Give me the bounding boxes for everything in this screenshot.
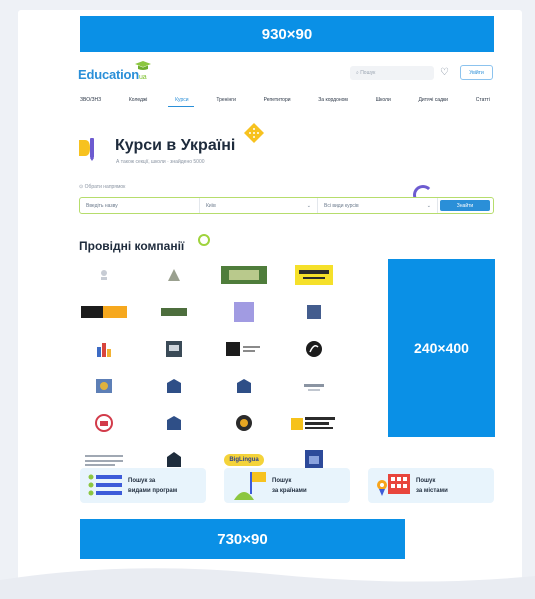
heart-icon[interactable]: ♡: [440, 67, 449, 78]
logo-suffix: ua: [139, 74, 147, 81]
company-logo[interactable]: [219, 301, 269, 323]
companies-heading: Провідні компанії: [79, 239, 185, 253]
company-logo[interactable]: [79, 301, 129, 323]
ad-banner-top[interactable]: 930×90: [80, 16, 494, 52]
search-input[interactable]: ⌕ Пошук: [350, 66, 434, 80]
find-button[interactable]: Знайти: [440, 200, 490, 211]
company-logo[interactable]: [79, 264, 129, 286]
company-logo[interactable]: [79, 338, 129, 360]
nav-item-schools[interactable]: Школи: [376, 97, 391, 103]
category-line1: Пошук за: [128, 478, 156, 484]
login-button[interactable]: Увійти: [460, 65, 493, 80]
category-line2: видами програм: [128, 488, 178, 494]
company-logo[interactable]: [289, 338, 339, 360]
search-filter-bar: Введіть назву Київ ⌄ Всі види курсів ⌄ Зна…: [79, 197, 494, 214]
course-type-select[interactable]: Всі види курсів ⌄: [318, 198, 438, 213]
company-logo[interactable]: [149, 412, 199, 434]
nav-item-trainings[interactable]: Тренінги: [216, 97, 236, 103]
city-select[interactable]: Київ ⌄: [200, 198, 318, 213]
company-logo[interactable]: [79, 412, 129, 434]
company-logo[interactable]: [289, 375, 339, 397]
company-logo[interactable]: [149, 264, 199, 286]
company-logo[interactable]: [149, 301, 199, 323]
category-cities-card[interactable]: Пошук за містами: [368, 468, 494, 503]
category-line2: за країнами: [272, 488, 307, 494]
decorative-diamond: [244, 123, 264, 143]
active-nav-underline: [168, 106, 194, 107]
chevron-down-icon: ⌄: [426, 202, 431, 209]
main-nav: ЗВО/ЗНЗ Коледжі Курси Тренінги Репетитор…: [80, 97, 490, 103]
decorative-wave: [0, 568, 535, 599]
course-name-field[interactable]: Введіть назву: [80, 198, 200, 213]
logo-text: Education: [78, 67, 140, 82]
company-logo[interactable]: [149, 338, 199, 360]
nav-item-kindergartens[interactable]: Дитячі садки: [419, 97, 448, 103]
category-line1: Пошук: [416, 478, 436, 484]
category-countries-card[interactable]: Пошук за країнами: [224, 468, 350, 503]
company-logo[interactable]: [79, 375, 129, 397]
ad-banner-side[interactable]: 240×400: [388, 259, 495, 437]
chevron-down-icon: ⌄: [306, 202, 311, 209]
city-value: Київ: [206, 202, 216, 209]
nav-item-colleges[interactable]: Коледжі: [129, 97, 148, 103]
page-title: Курси в Україні: [115, 137, 236, 154]
flag-globe-icon: [234, 472, 266, 500]
company-logo[interactable]: [219, 338, 269, 360]
biglingua-logo: BigLingua: [224, 454, 264, 466]
list-icon: [88, 474, 122, 496]
courses-pencil-icon: [79, 138, 94, 161]
course-type-value: Всі види курсів: [324, 202, 359, 209]
category-line2: за містами: [416, 488, 448, 494]
nav-item-abroad[interactable]: За кордоном: [318, 97, 348, 103]
ad-banner-bottom[interactable]: 730×90: [80, 519, 405, 559]
company-logo[interactable]: [289, 301, 339, 323]
company-logo[interactable]: [219, 375, 269, 397]
company-logo[interactable]: [289, 264, 339, 286]
decorative-ring: [198, 234, 210, 246]
graduation-cap-icon: [135, 61, 151, 70]
category-line1: Пошук: [272, 478, 292, 484]
nav-item-courses[interactable]: Курси: [175, 97, 188, 103]
company-logo[interactable]: [219, 264, 269, 286]
company-logo[interactable]: [289, 412, 339, 434]
nav-item-articles[interactable]: Статті: [476, 97, 490, 103]
search-placeholder: Пошук: [360, 70, 376, 76]
nav-item-universities[interactable]: ЗВО/ЗНЗ: [80, 97, 101, 103]
company-logo[interactable]: [219, 412, 269, 434]
category-programs-card[interactable]: Пошук за видами програм: [80, 468, 206, 503]
company-logo[interactable]: [149, 375, 199, 397]
page-subtitle: А також секції, школи · знайдено 5000: [116, 159, 205, 165]
filter-label: ⊙ Обрати напрямок: [79, 184, 126, 190]
nav-item-tutors[interactable]: Репетитори: [264, 97, 291, 103]
course-placeholder: Введіть назву: [86, 202, 118, 209]
city-building-icon: [377, 474, 410, 496]
filter-label-text: Обрати напрямок: [84, 184, 126, 190]
